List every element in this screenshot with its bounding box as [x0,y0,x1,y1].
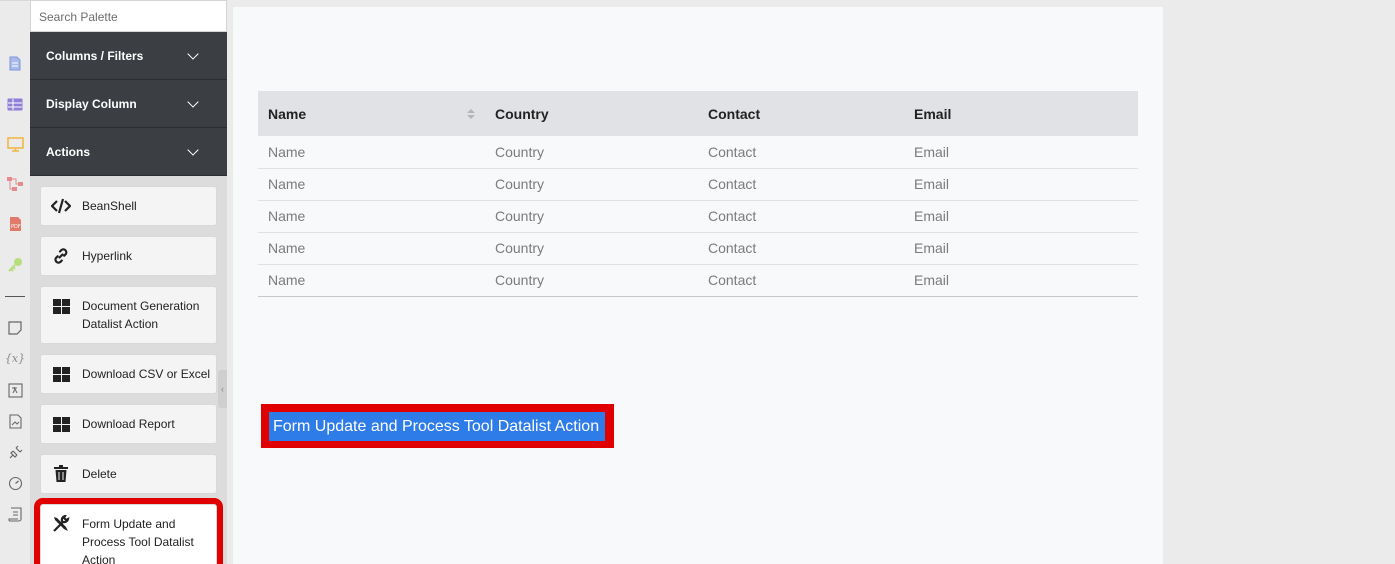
grid-icon [51,297,71,315]
link-icon [51,247,71,265]
code-icon [51,197,71,215]
palette-search-input[interactable] [39,10,218,24]
form-update-action-button[interactable]: Form Update and Process Tool Datalist Ac… [269,412,605,441]
section-label: Display Column [46,96,137,111]
palette-item-label: Document Generation Datalist Action [82,299,200,331]
tools-icon [51,515,71,533]
palette-item-form-update-process-tool[interactable]: Form Update and Process Tool Datalist Ac… [34,498,223,564]
palette-item-download-csv[interactable]: Download CSV or Excel [40,354,217,394]
table-row: Name Country Contact Email [258,136,1138,169]
palette-panel: Columns / Filters Display Column Actions… [30,0,227,564]
rail-divider [5,296,25,297]
flow-icon[interactable] [6,175,24,193]
table-cell: Name [258,264,485,297]
table-cell: Contact [698,232,904,265]
palette-item-document-generation[interactable]: Document Generation Datalist Action [40,286,217,344]
column-header-name[interactable]: Name [258,91,485,136]
section-columns-filters[interactable]: Columns / Filters [30,32,227,80]
section-label: Actions [46,144,91,159]
column-header-email[interactable]: Email [904,91,1138,136]
monitor-icon[interactable] [6,135,24,153]
table-cell: Name [258,168,485,201]
table-cell: Name [258,136,485,169]
table-cell: Country [485,168,698,201]
chevron-down-icon [187,48,199,60]
column-header-label: Email [914,105,952,122]
palette-item-label: Hyperlink [82,249,133,263]
palette-item-label: Form Update and Process Tool Datalist Ac… [82,517,194,564]
table-cell: Name [258,200,485,233]
grid-icon [51,415,71,433]
chevron-down-icon [187,96,199,108]
grid-icon [51,365,71,383]
table-icon[interactable] [6,95,24,113]
table-cell: Email [904,168,1138,201]
palette-item-beanshell[interactable]: BeanShell [40,186,217,226]
image-file-icon[interactable] [6,412,24,430]
palette-item-download-report[interactable]: Download Report [40,404,217,444]
script-icon[interactable] [6,505,24,523]
builder-icon-rail: PDF {x} [0,0,30,564]
palette-item-hyperlink[interactable]: Hyperlink [40,236,217,276]
table-cell: Country [485,200,698,233]
section-actions[interactable]: Actions [30,128,227,176]
datalist-table: Name Country Contact Email Name Country … [258,91,1138,297]
table-cell: Contact [698,168,904,201]
dropped-action-highlight: Form Update and Process Tool Datalist Ac… [261,404,614,448]
column-header-label: Contact [708,105,761,122]
table-cell: Email [904,200,1138,233]
column-header-label: Country [495,105,549,122]
key-icon[interactable] [6,255,24,273]
palette-item-label: Delete [82,467,117,481]
palette-search-box[interactable] [30,0,227,32]
table-cell: Country [485,136,698,169]
table-cell: Contact [698,264,904,297]
actions-list: BeanShell Hyperlink Document Generation … [30,176,227,564]
section-label: Columns / Filters [46,48,144,63]
table-cell: Name [258,232,485,265]
table-cell: Email [904,136,1138,169]
column-header-label: Name [268,105,307,122]
column-header-contact[interactable]: Contact [698,91,904,136]
table-row: Name Country Contact Email [258,264,1138,297]
gauge-icon[interactable] [6,474,24,492]
chevron-down-icon [187,144,199,156]
translate-icon[interactable] [6,381,24,399]
table-row: Name Country Contact Email [258,232,1138,265]
collapse-palette-handle[interactable]: ‹ [218,370,227,408]
table-cell: Country [485,264,698,297]
plugin-icon[interactable] [6,443,24,461]
section-display-column[interactable]: Display Column [30,80,227,128]
note-icon[interactable] [6,319,24,337]
table-row: Name Country Contact Email [258,200,1138,233]
table-cell: Country [485,232,698,265]
table-row: Name Country Contact Email [258,168,1138,201]
palette-item-delete[interactable]: Delete [40,454,217,494]
document-icon[interactable] [6,54,24,72]
table-header-row: Name Country Contact Email [258,91,1138,136]
pdf-icon[interactable]: PDF [6,215,24,233]
variable-icon[interactable]: {x} [5,349,25,367]
chevron-left-icon: ‹ [221,384,224,394]
table-cell: Contact [698,200,904,233]
datalist-canvas: Name Country Contact Email Name Country … [233,7,1163,564]
sort-icon[interactable] [467,109,475,119]
svg-text:PDF: PDF [11,224,21,230]
table-cell: Contact [698,136,904,169]
table-cell: Email [904,264,1138,297]
column-header-country[interactable]: Country [485,91,698,136]
palette-item-label: Download Report [82,417,175,431]
table-cell: Email [904,232,1138,265]
palette-item-label: BeanShell [82,199,137,213]
trash-icon [51,465,71,483]
palette-item-label: Download CSV or Excel [82,367,211,381]
